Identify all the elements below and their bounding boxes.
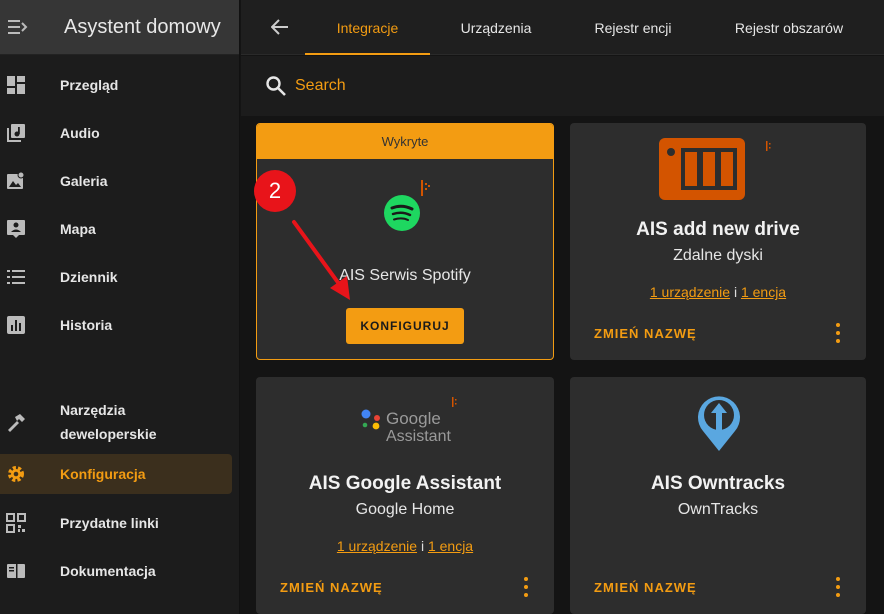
- tab-entity-registry[interactable]: Rejestr encji: [569, 0, 697, 55]
- back-button[interactable]: [267, 14, 293, 40]
- search-bar: [241, 56, 884, 116]
- rename-button[interactable]: ZMIEŃ NAZWĘ: [594, 580, 697, 595]
- rename-button[interactable]: ZMIEŃ NAZWĘ: [594, 326, 697, 341]
- sidebar-item-useful-links[interactable]: Przydatne linki: [0, 503, 232, 543]
- sidebar-item-gallery[interactable]: Galeria: [0, 161, 232, 201]
- integration-subtitle: Zdalne dyski: [673, 247, 763, 264]
- integration-title: AIS add new drive: [636, 219, 800, 240]
- menu-toggle-button[interactable]: [0, 0, 36, 55]
- gear-icon: [6, 464, 26, 484]
- sidebar-item-developer-tools[interactable]: Narzędzia deweloperskie: [0, 398, 232, 448]
- devices-link[interactable]: 1 urządzenie: [650, 284, 730, 300]
- menu-icon: [8, 20, 28, 34]
- sidebar-item-overview[interactable]: Przegląd: [0, 65, 232, 105]
- sidebar-item-label: Audio: [60, 125, 100, 141]
- sidebar-item-log[interactable]: Dziennik: [0, 257, 232, 297]
- sidebar-item-label: Przegląd: [60, 77, 119, 93]
- sidebar-item-audio[interactable]: Audio: [0, 113, 232, 153]
- sidebar-item-label: Galeria: [60, 173, 108, 189]
- sidebar-item-documentation[interactable]: Dokumentacja: [0, 551, 232, 591]
- sidebar-item-label: Historia: [60, 317, 113, 333]
- map-account-icon: [6, 219, 26, 239]
- assistant-logo-text: Assistant: [386, 428, 451, 445]
- links-separator: i: [420, 538, 425, 554]
- devices-link[interactable]: 1 urządzenie: [337, 538, 417, 554]
- more-options-icon[interactable]: [520, 577, 532, 597]
- discovered-header: Wykryte: [257, 124, 553, 159]
- links-separator: i: [733, 284, 738, 300]
- search-input[interactable]: [295, 74, 795, 98]
- sidebar-item-label: Narzędzia: [60, 402, 126, 418]
- top-bar: Integracje Urządzenia Rejestr encji Reje…: [241, 0, 884, 55]
- sidebar-item-history[interactable]: Historia: [0, 305, 232, 345]
- chart-box-icon: [6, 315, 26, 335]
- integration-subtitle: Google Home: [355, 501, 455, 518]
- spotify-icon: [384, 195, 420, 231]
- integration-links: 1 urządzenie i 1 encja: [570, 284, 866, 300]
- step-number-badge: 2: [254, 170, 296, 212]
- list-icon: [6, 267, 26, 287]
- book-icon: [6, 561, 26, 581]
- integration-card-owntracks: AIS Owntracks OwnTracks ZMIEŃ NAZWĘ: [570, 377, 866, 614]
- rename-button[interactable]: ZMIEŃ NAZWĘ: [280, 580, 383, 595]
- tab-integrations[interactable]: Integracje: [305, 0, 430, 55]
- integration-card-google-assistant: Google Assistant AIS Google Assistant Go…: [256, 377, 554, 614]
- hammer-icon: [6, 413, 26, 433]
- tab-devices[interactable]: Urządzenia: [440, 0, 552, 55]
- qrcode-icon: [6, 513, 26, 533]
- owntracks-pin-icon: [698, 396, 740, 451]
- annotation-arrow-icon: [292, 220, 350, 300]
- more-options-icon[interactable]: [832, 577, 844, 597]
- sidebar-item-configuration[interactable]: Konfiguracja: [0, 454, 232, 494]
- nas-drive-icon: [659, 138, 745, 200]
- integration-subtitle: OwnTracks: [677, 501, 759, 518]
- google-assistant-dots-icon: [361, 409, 380, 430]
- image-album-icon: [6, 171, 26, 191]
- sidebar-item-label: Mapa: [60, 221, 96, 237]
- sidebar-item-label: Dokumentacja: [60, 563, 156, 579]
- arrow-left-icon: [271, 19, 288, 35]
- app-title: Asystent domowy: [64, 15, 221, 38]
- integrations-grid: Wykryte AIS Serwis Spotify KONFIGURUJ AI…: [241, 116, 884, 614]
- custom-integration-icon: [421, 180, 430, 196]
- dashboard-icon: [6, 75, 26, 95]
- custom-integration-icon: [452, 397, 457, 407]
- sidebar-header: Asystent domowy: [0, 0, 239, 55]
- configure-button[interactable]: KONFIGURUJ: [346, 308, 464, 344]
- search-icon: [266, 76, 286, 96]
- music-library-icon: [6, 123, 26, 143]
- sidebar-item-label: Dziennik: [60, 269, 118, 285]
- sidebar: Asystent domowy Przegląd Audio Galeria M…: [0, 0, 240, 614]
- tab-area-registry[interactable]: Rejestr obszarów: [713, 0, 865, 55]
- integration-links: 1 urządzenie i 1 encja: [256, 538, 554, 554]
- sidebar-item-label: Konfiguracja: [60, 466, 146, 482]
- custom-integration-icon: [766, 141, 771, 151]
- sidebar-item-label: Przydatne linki: [60, 515, 159, 531]
- sidebar-item-label-line2: deweloperskie: [60, 426, 157, 442]
- integration-title: AIS Google Assistant: [308, 473, 502, 494]
- integration-card-drive: AIS add new drive Zdalne dyski 1 urządze…: [570, 123, 866, 360]
- entities-link[interactable]: 1 encja: [741, 284, 786, 300]
- more-options-icon[interactable]: [832, 323, 844, 343]
- entities-link[interactable]: 1 encja: [428, 538, 473, 554]
- google-logo-text: Google: [386, 409, 441, 428]
- sidebar-item-map[interactable]: Mapa: [0, 209, 232, 249]
- integration-title: AIS Owntracks: [650, 473, 786, 494]
